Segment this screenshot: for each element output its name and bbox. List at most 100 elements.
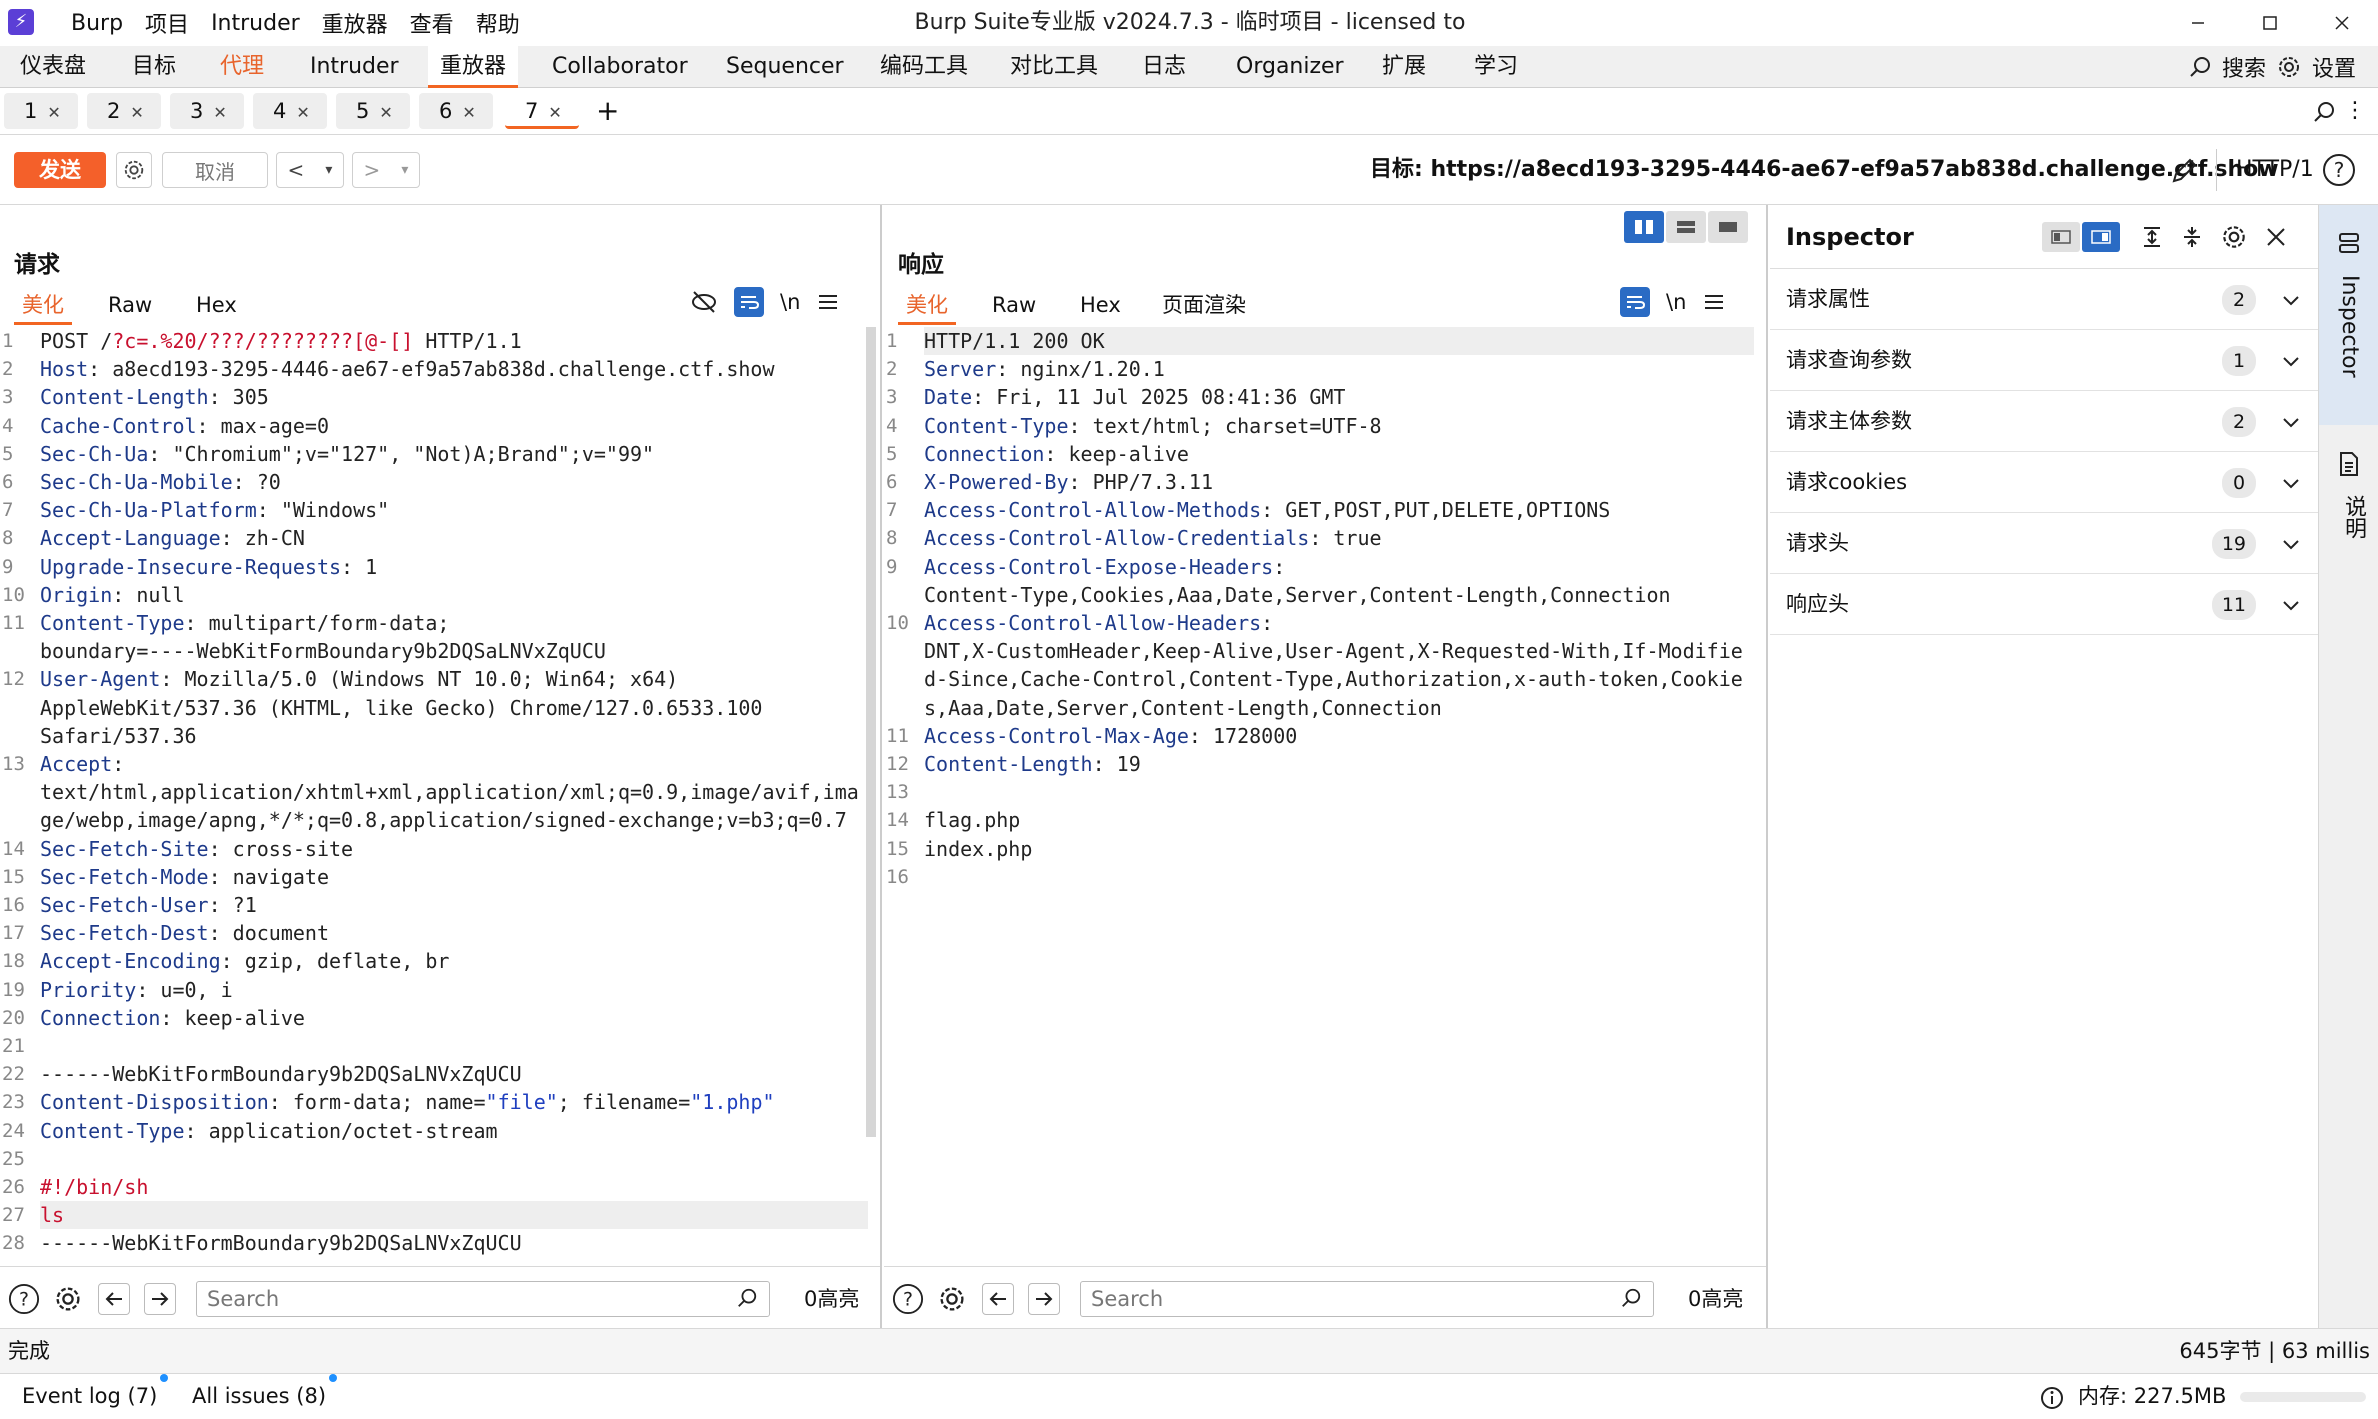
info-icon[interactable] (2040, 1386, 2064, 1410)
newline-icon[interactable]: \n (780, 290, 800, 314)
menu-intruder[interactable]: Intruder (200, 11, 311, 36)
http-version-selector[interactable]: HTTP/1 (2236, 135, 2314, 205)
side-tab-notes[interactable]: 说明 (2319, 435, 2378, 575)
layout-tabs-button[interactable] (1708, 211, 1748, 243)
menu-icon[interactable] (1702, 290, 1726, 314)
chevron-down-icon[interactable] (2280, 472, 2302, 494)
menu-repeater[interactable]: 重放器 (311, 7, 399, 39)
search-icon[interactable] (2188, 55, 2212, 79)
hide-icon[interactable] (690, 288, 718, 316)
event-log-button[interactable]: Event log (7) (22, 1374, 169, 1419)
wrap-lines-icon[interactable] (1620, 287, 1650, 317)
help-button[interactable]: ? (8, 1283, 40, 1315)
inspector-section[interactable]: 请求头 19 (1770, 513, 2318, 574)
close-tab-icon[interactable]: ✕ (213, 103, 226, 122)
inspector-section[interactable]: 请求属性 2 (1770, 269, 2318, 330)
search-tabs-icon[interactable] (2312, 100, 2336, 124)
history-forward-button[interactable]: > ▾ (352, 152, 420, 188)
repeater-tab-5[interactable]: 5 ✕ (336, 93, 410, 129)
tab-collaborator[interactable]: Collaborator (540, 46, 700, 88)
repeater-tab-3[interactable]: 3 ✕ (170, 93, 244, 129)
newline-icon[interactable]: \n (1666, 290, 1686, 314)
maximize-button[interactable] (2234, 0, 2306, 46)
repeater-tab-1[interactable]: 1 ✕ (4, 93, 78, 129)
close-tab-icon[interactable]: ✕ (379, 103, 392, 122)
repeater-tab-6[interactable]: 6 ✕ (419, 93, 493, 129)
tab-proxy[interactable]: 代理 (208, 46, 276, 88)
layout-side-by-side-button[interactable] (1624, 211, 1664, 243)
close-tab-icon[interactable]: ✕ (130, 103, 143, 122)
help-button[interactable]: ? (892, 1283, 924, 1315)
all-issues-button[interactable]: All issues (8) (192, 1374, 338, 1419)
tab-logger[interactable]: 日志 (1130, 46, 1198, 88)
inspector-section[interactable]: 请求主体参数 2 (1770, 391, 2318, 452)
minimize-button[interactable] (2162, 0, 2234, 46)
tab-extensions[interactable]: 扩展 (1370, 46, 1438, 88)
chevron-down-icon[interactable] (2280, 411, 2302, 433)
collapse-all-icon[interactable] (2180, 225, 2204, 249)
tab-intruder[interactable]: Intruder (298, 46, 411, 88)
next-match-button[interactable] (1028, 1283, 1060, 1315)
tab-hex[interactable]: Hex (1072, 285, 1129, 325)
tab-repeater[interactable]: 重放器 (428, 46, 519, 88)
next-match-button[interactable] (144, 1283, 176, 1315)
menu-help[interactable]: 帮助 (465, 7, 531, 39)
close-tab-icon[interactable]: ✕ (462, 103, 475, 122)
tab-target[interactable]: 目标 (120, 46, 188, 88)
add-tab-button[interactable]: + (596, 96, 619, 126)
send-options-button[interactable] (116, 152, 152, 188)
edit-target-icon[interactable] (2170, 157, 2198, 185)
tab-decoder[interactable]: 编码工具 (868, 46, 980, 88)
close-tab-icon[interactable]: ✕ (47, 103, 60, 122)
wrap-lines-icon[interactable] (734, 287, 764, 317)
gear-icon[interactable] (2276, 54, 2302, 80)
tab-dashboard[interactable]: 仪表盘 (8, 46, 98, 88)
menu-icon[interactable] (816, 290, 840, 314)
chevron-down-icon[interactable] (2280, 594, 2302, 616)
chevron-down-icon[interactable] (2280, 350, 2302, 372)
history-back-button[interactable]: < ▾ (276, 152, 344, 188)
layout-stacked-button[interactable] (1666, 211, 1706, 243)
expand-all-icon[interactable] (2140, 225, 2164, 249)
tab-sequencer[interactable]: Sequencer (714, 46, 856, 88)
inspector-section[interactable]: 请求查询参数 1 (1770, 330, 2318, 391)
search-settings-button[interactable] (52, 1283, 84, 1315)
tab-raw[interactable]: Raw (100, 285, 160, 325)
scrollbar[interactable] (866, 327, 876, 1137)
request-editor[interactable]: 1 POST /?c=.%20/???/????????[@-[] HTTP/1.… (0, 327, 868, 1266)
send-button[interactable]: 发送 (14, 152, 106, 188)
menu-view[interactable]: 查看 (399, 7, 465, 39)
response-search-input[interactable]: Search (1080, 1281, 1654, 1317)
tab-render[interactable]: 页面渲染 (1154, 285, 1254, 325)
tab-comparer[interactable]: 对比工具 (998, 46, 1110, 88)
side-tab-inspector[interactable]: Inspector (2319, 205, 2378, 425)
inspector-section[interactable]: 响应头 11 (1770, 574, 2318, 635)
response-editor[interactable]: 1 HTTP/1.1 200 OK 2 Server: nginx/1.20.1 3 Da… (884, 327, 1754, 1266)
tab-pretty[interactable]: 美化 (898, 285, 956, 325)
inspector-section[interactable]: 请求cookies 0 (1770, 452, 2318, 513)
tab-pretty[interactable]: 美化 (14, 285, 72, 325)
gear-icon[interactable] (2220, 223, 2248, 251)
chevron-down-icon[interactable] (2280, 533, 2302, 555)
settings-label[interactable]: 设置 (2312, 51, 2356, 83)
close-window-button[interactable] (2306, 0, 2378, 46)
help-icon[interactable]: ? (2322, 153, 2356, 187)
chevron-down-icon[interactable] (2280, 289, 2302, 311)
previous-match-button[interactable] (98, 1283, 130, 1315)
close-tab-icon[interactable]: ✕ (548, 103, 561, 122)
request-search-input[interactable]: Search (196, 1281, 770, 1317)
repeater-tab-2[interactable]: 2 ✕ (87, 93, 161, 129)
inspector-layout-left-button[interactable] (2042, 222, 2080, 252)
cancel-button[interactable]: 取消 (162, 152, 268, 188)
close-tab-icon[interactable]: ✕ (296, 103, 309, 122)
tab-organizer[interactable]: Organizer (1224, 46, 1356, 88)
close-icon[interactable] (2264, 225, 2288, 249)
inspector-layout-right-button[interactable] (2082, 222, 2120, 252)
repeater-tab-7[interactable]: 7 ✕ (505, 93, 579, 129)
search-label[interactable]: 搜索 (2222, 51, 2266, 83)
repeater-tab-4[interactable]: 4 ✕ (253, 93, 327, 129)
tab-raw[interactable]: Raw (984, 285, 1044, 325)
tab-hex[interactable]: Hex (188, 285, 245, 325)
more-vertical-icon[interactable]: ⋮ (2344, 96, 2366, 126)
menu-project[interactable]: 项目 (134, 7, 200, 39)
